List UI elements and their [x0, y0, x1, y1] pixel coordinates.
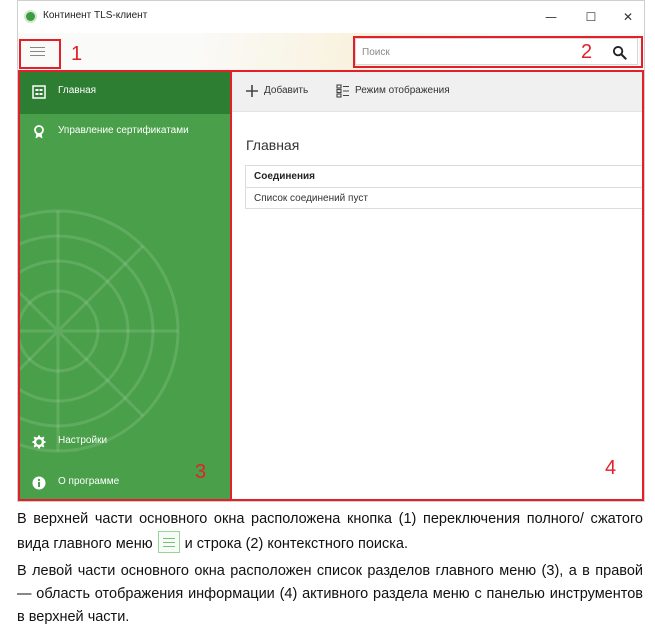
annotation-number-2: 2	[581, 41, 593, 63]
annotation-box-menu-toggle	[19, 39, 61, 69]
description-paragraph-1: В верхней части основного окна расположе…	[17, 508, 643, 556]
app-window: Континент TLS-клиент — ☐ ✕ Поиск Главная…	[17, 0, 645, 502]
annotation-box-content	[230, 70, 644, 501]
window-title: Континент TLS-клиент	[43, 10, 148, 21]
annotation-number-1: 1	[71, 43, 83, 65]
annotation-number-4: 4	[605, 457, 617, 479]
hamburger-icon	[157, 531, 180, 553]
annotation-box-search	[353, 36, 643, 68]
description-text: и строка (2) контекстного поиска.	[184, 536, 408, 552]
maximize-button[interactable]: ☐	[581, 7, 601, 27]
annotation-box-sidebar	[18, 70, 232, 501]
minimize-button[interactable]: —	[541, 7, 561, 27]
close-button[interactable]: ✕	[618, 7, 638, 27]
description-paragraph-2: В левой части основного окна расположен …	[17, 563, 643, 625]
app-logo-icon	[24, 10, 37, 23]
title-bar: Континент TLS-клиент — ☐ ✕	[18, 1, 644, 33]
annotation-number-3: 3	[195, 461, 207, 483]
